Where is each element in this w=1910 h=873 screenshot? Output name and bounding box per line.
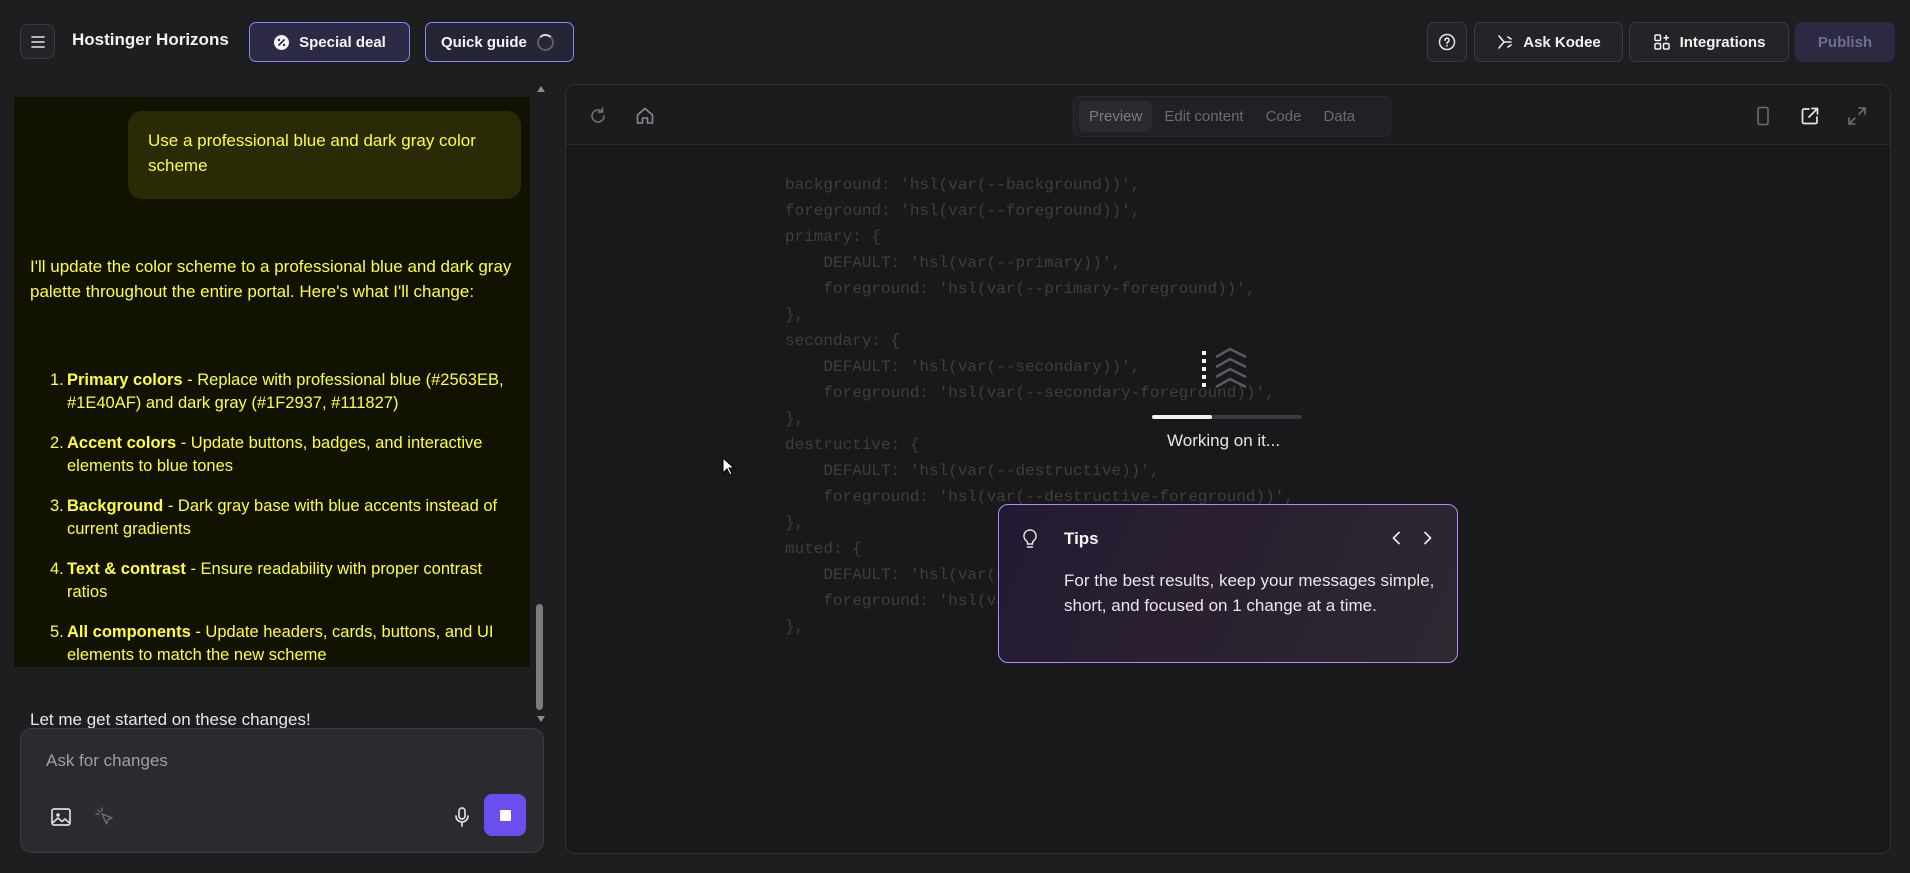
scroll-down-arrow[interactable] — [537, 716, 545, 722]
help-button[interactable] — [1427, 22, 1467, 62]
stop-icon — [499, 809, 511, 821]
scroll-thumb[interactable] — [536, 604, 543, 710]
tab-edit-content[interactable]: Edit content — [1154, 101, 1253, 132]
code-line: }, — [785, 410, 805, 428]
list-item: 3. Background - Dark gray base with blue … — [50, 497, 498, 538]
fullscreen-icon[interactable] — [1846, 105, 1868, 127]
change-title: Accent colors — [67, 434, 177, 452]
app-title: Hostinger Horizons — [72, 30, 229, 49]
top-header: Hostinger Horizons Special deal Quick gu… — [0, 0, 1910, 84]
preview-toolbar: Preview Edit content Code Data — [566, 85, 1890, 145]
home-icon[interactable] — [634, 105, 656, 127]
tab-preview[interactable]: Preview — [1079, 101, 1153, 132]
code-background: background: 'hsl(var(--background))', fo… — [566, 145, 1890, 853]
change-list: 1. Primary colors - Replace with professi… — [30, 369, 520, 667]
code-line: DEFAULT: 'hsl(var(--secondary))', — [785, 358, 1141, 376]
code-line: foreground: 'hsl(var(--primary-foregroun… — [785, 280, 1256, 298]
tab-data[interactable]: Data — [1313, 101, 1365, 132]
integrations-button[interactable]: Integrations — [1629, 22, 1789, 62]
assistant-message-outro: Let me get started on these changes! — [30, 710, 311, 729]
code-line: }, — [785, 618, 805, 636]
ask-kodee-label: Ask Kodee — [1523, 33, 1601, 51]
list-item: 5. All components - Update headers, cards… — [50, 623, 494, 664]
tips-card: Tips For the best results, keep your mes… — [998, 504, 1458, 663]
loading-spinner-icon — [536, 33, 554, 51]
code-line: }, — [785, 306, 805, 324]
change-title: All components — [67, 623, 191, 641]
chat-input-box — [20, 728, 544, 853]
special-deal-icon — [274, 34, 290, 50]
chat-input[interactable] — [46, 751, 516, 771]
integrations-label: Integrations — [1679, 33, 1766, 51]
progress-bar — [1152, 415, 1302, 419]
chat-scrollbar[interactable] — [534, 84, 546, 726]
change-title: Primary colors — [67, 371, 183, 389]
publish-button[interactable]: Publish — [1795, 22, 1895, 62]
progress-fill — [1152, 415, 1212, 419]
refresh-icon[interactable] — [587, 105, 609, 127]
quick-guide-label: Quick guide — [441, 33, 527, 51]
scroll-up-arrow[interactable] — [537, 86, 545, 92]
status-text: Working on it... — [1167, 431, 1281, 450]
lightbulb-icon — [1023, 529, 1037, 548]
user-message: Use a professional blue and dark gray co… — [128, 111, 521, 199]
list-item: 2. Accent colors - Update buttons, badges… — [50, 434, 483, 475]
special-deal-button[interactable]: Special deal — [249, 22, 410, 62]
mobile-icon[interactable] — [1752, 105, 1774, 127]
special-deal-label: Special deal — [299, 33, 386, 51]
code-line: DEFAULT: 'hsl(var(--destructive))', — [785, 462, 1160, 480]
code-line: background: 'hsl(var(--background))', — [785, 176, 1141, 194]
mouse-pointer-icon — [722, 457, 736, 476]
code-line: DEFAULT: 'hsl(var(--primary))', — [785, 254, 1122, 272]
preview-panel: Preview Edit content Code Data backgroun… — [565, 84, 1891, 854]
assistant-message-intro: I'll update the color scheme to a profes… — [30, 257, 512, 301]
working-indicator: Working on it... — [1152, 345, 1302, 455]
quick-guide-button[interactable]: Quick guide — [425, 22, 574, 62]
list-item: 1. Primary colors - Replace with professi… — [50, 371, 504, 412]
horizons-logo-icon — [1202, 347, 1247, 389]
tips-title: Tips — [1064, 529, 1099, 548]
code-line: foreground: 'hsl(var(--foreground))', — [785, 202, 1141, 220]
image-icon[interactable] — [49, 805, 73, 829]
list-item: 4. Text & contrast - Ensure readability w… — [50, 560, 483, 601]
menu-button[interactable] — [20, 24, 55, 59]
menu-icon — [30, 35, 45, 48]
chat-messages: Use a professional blue and dark gray co… — [14, 97, 530, 667]
microphone-icon[interactable] — [450, 805, 474, 829]
cursor-select-icon[interactable] — [94, 806, 116, 828]
view-tabs: Preview Edit content Code Data — [1073, 96, 1391, 137]
help-icon — [1438, 33, 1456, 51]
stop-button[interactable] — [484, 794, 526, 836]
kodee-icon — [1498, 35, 1513, 49]
code-line: muted: { — [785, 540, 862, 558]
code-line: }, — [785, 514, 805, 532]
change-title: Text & contrast — [67, 560, 186, 578]
chevron-left-icon[interactable] — [1388, 529, 1406, 547]
ask-kodee-button[interactable]: Ask Kodee — [1474, 22, 1623, 62]
tab-code[interactable]: Code — [1256, 101, 1312, 132]
open-external-icon[interactable] — [1799, 105, 1821, 127]
code-line: primary: { — [785, 228, 882, 246]
chevron-right-icon[interactable] — [1418, 529, 1436, 547]
publish-label: Publish — [1817, 33, 1873, 51]
integrations-icon — [1653, 34, 1670, 50]
tips-body: For the best results, keep your messages… — [1064, 571, 1435, 615]
code-line: destructive: { — [785, 436, 920, 454]
change-title: Background — [67, 497, 164, 515]
code-line: secondary: { — [785, 332, 901, 350]
